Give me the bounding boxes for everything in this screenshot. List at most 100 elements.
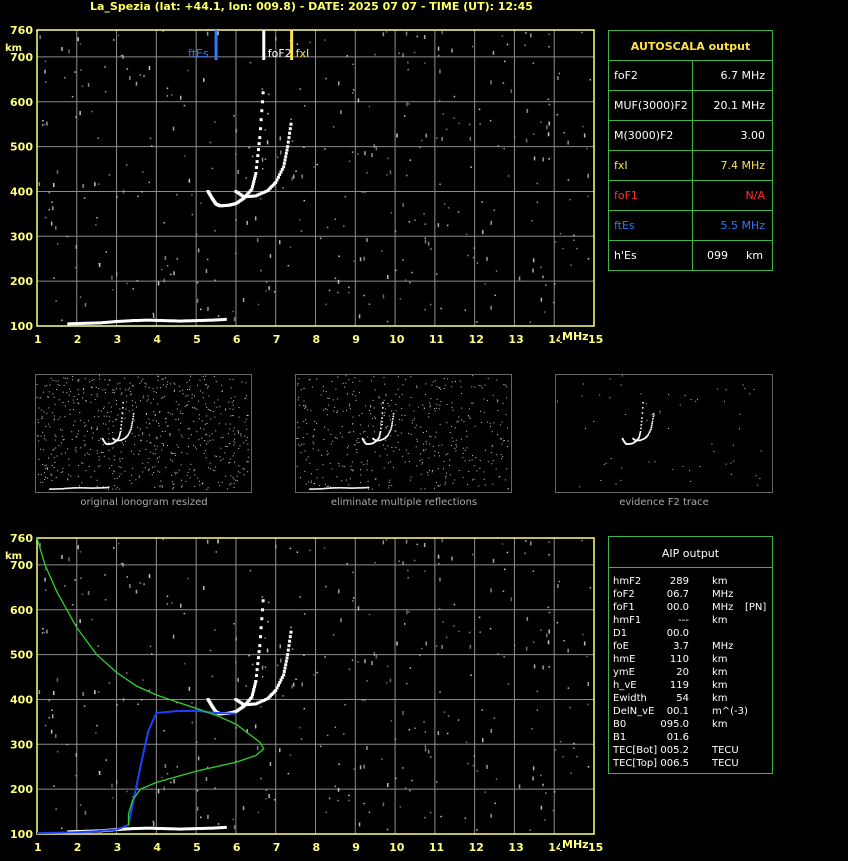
noise-dot [467, 762, 469, 765]
thumb-noise [162, 396, 164, 398]
thumb-noise [59, 416, 61, 418]
noise-dot [260, 777, 262, 780]
noise-dot [567, 179, 570, 181]
trace-point [194, 319, 198, 323]
noise-dot [261, 157, 264, 162]
noise-dot [235, 219, 237, 221]
noise-dot [497, 653, 499, 655]
thumb-noise [227, 433, 229, 435]
thumb-noise [348, 431, 350, 433]
thumb-noise [90, 476, 92, 478]
thumb-noise [310, 482, 312, 484]
thumb-noise [725, 463, 727, 465]
thumb-noise [208, 395, 210, 397]
thumb-noise [431, 470, 433, 471]
thumb-noise [87, 430, 88, 432]
noise-dot [163, 786, 165, 791]
thumb-noise [300, 452, 302, 454]
thumb-noise [296, 438, 298, 440]
trace-point [274, 689, 278, 692]
noise-dot [587, 173, 589, 178]
noise-dot [233, 115, 235, 117]
thumb-noise [91, 387, 93, 389]
thumb-trace [640, 420, 643, 423]
noise-dot [129, 76, 131, 80]
thumb-noise [384, 383, 386, 385]
thumb-noise [141, 380, 143, 382]
thumb-noise [624, 414, 626, 415]
trace-point [258, 644, 262, 648]
noise-dot [166, 595, 169, 597]
thumb-noise [185, 481, 187, 483]
trace-point [152, 318, 156, 322]
thumb-noise [501, 421, 503, 423]
thumb-noise [414, 427, 416, 429]
thumb-noise [107, 384, 109, 386]
thumb-noise [438, 408, 440, 410]
noise-dot [424, 816, 426, 819]
noise-dot [325, 77, 327, 80]
noise-dot [75, 752, 77, 757]
thumb-trace [651, 422, 653, 425]
thumb-noise [466, 430, 468, 432]
aip-param-unit: km [712, 680, 728, 691]
thumb-noise [404, 415, 406, 416]
noise-dot [97, 691, 100, 693]
noise-dot [166, 87, 169, 89]
noise-dot [405, 539, 408, 544]
trace-point [286, 140, 290, 144]
thumb-noise [114, 392, 115, 394]
thumb-noise [461, 393, 463, 394]
noise-dot [587, 258, 590, 260]
thumb-trace [86, 487, 89, 489]
trace-point [255, 160, 259, 164]
noise-dot [453, 117, 455, 119]
thumb-noise [455, 450, 457, 452]
thumb-noise [372, 399, 374, 401]
thumb-noise [247, 456, 249, 458]
noise-dot [548, 46, 550, 48]
thumb-noise [186, 453, 188, 455]
thumb-noise [38, 458, 40, 460]
noise-dot [299, 596, 301, 598]
thumb-trace [79, 487, 81, 489]
noise-dot [71, 604, 74, 606]
thumb-noise [210, 468, 211, 470]
thumb-noise [175, 401, 177, 403]
noise-dot [112, 289, 114, 291]
thumb-noise [699, 466, 701, 467]
y-tick-label: 500 [10, 649, 33, 662]
noise-dot [38, 690, 41, 695]
thumb-noise [374, 416, 376, 418]
thumb-noise [153, 391, 155, 393]
thumb-noise [370, 405, 371, 407]
noise-dot [77, 545, 79, 550]
thumb-noise [51, 465, 53, 466]
thumb-noise [71, 431, 73, 433]
thumb-noise [405, 449, 407, 451]
noise-dot [526, 616, 529, 621]
noise-dot [581, 31, 583, 34]
thumb-noise [156, 438, 158, 440]
noise-dot [290, 626, 292, 629]
thumb-noise [65, 452, 66, 454]
noise-dot [152, 820, 154, 823]
thumb-noise [458, 470, 460, 471]
noise-dot [351, 659, 354, 661]
thumb-noise [352, 469, 354, 471]
thumb-noise [81, 462, 82, 464]
noise-dot [163, 730, 165, 732]
thumb-noise [455, 381, 456, 382]
trace-point [176, 827, 180, 831]
noise-dot [429, 811, 432, 814]
thumb-noise [229, 484, 231, 486]
noise-dot [427, 749, 430, 754]
noise-dot [180, 95, 182, 100]
thumb-noise [41, 415, 43, 417]
noise-dot [38, 182, 41, 187]
noise-dot [53, 785, 55, 787]
noise-dot [137, 195, 139, 197]
noise-dot [251, 155, 254, 158]
trace-point [131, 319, 134, 323]
thumb-noise [54, 439, 56, 441]
